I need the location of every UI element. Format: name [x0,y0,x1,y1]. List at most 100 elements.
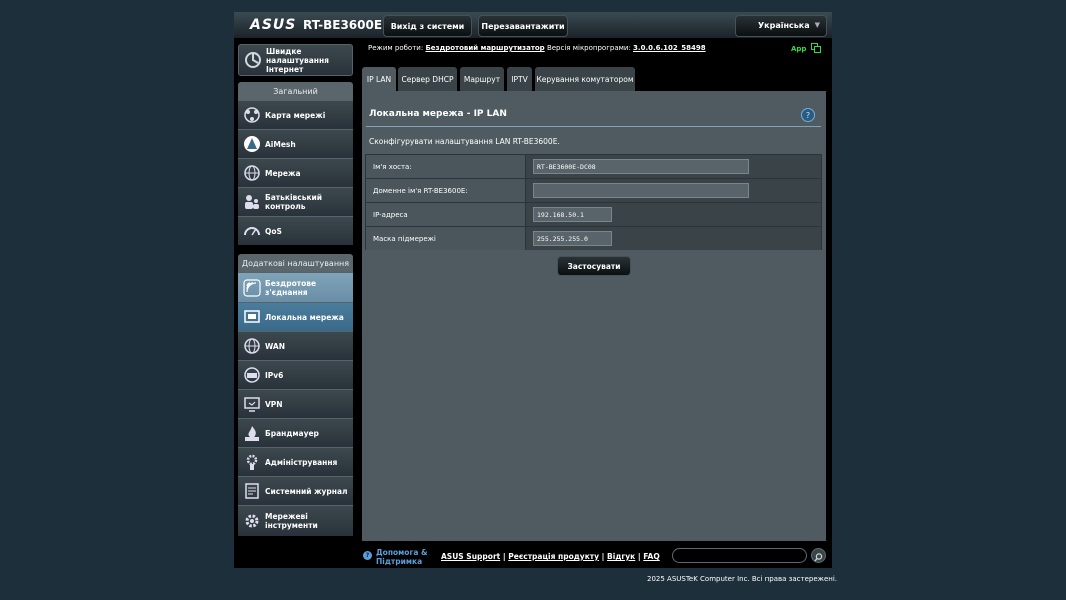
sidebar-item-wan[interactable]: WAN [238,331,353,360]
sidebar-item-qos[interactable]: QoS [238,216,353,245]
logout-button[interactable]: Вихід з системи [383,15,472,37]
app-label[interactable]: App [791,45,806,53]
sidebar-item-label: Швидке налаштування Інтернет [266,46,329,74]
sidebar-item-parental-control[interactable]: Батьківський контроль [238,187,353,216]
apply-button[interactable]: Застосувати [557,256,631,276]
sidebar-item-network-map[interactable]: Карта мережі [238,100,353,129]
admin-gear-icon [246,454,258,470]
sidebar-item-wireless[interactable]: Бездротове з'єднання [238,272,353,302]
sidebar-item-label: Мережа [265,168,301,178]
sidebar-item-vpn[interactable]: VPN [238,389,353,418]
sidebar-item-label: Локальна мережа [265,312,344,322]
footer-links: ASUS Support | Реєстрація продукту | Від… [441,552,660,561]
sidebar-header-general: Загальний [238,82,353,100]
mode-value-link[interactable]: Бездротовий маршрутизатор [425,44,544,52]
sidebar-item-label: IPv6 [265,370,284,380]
ip-address-cell: 192.168.50.1 [526,203,821,226]
firmware-label: Версія мікропрограми: [546,44,631,52]
network-tools-icon [245,514,259,528]
sidebar-item-label: Брандмауер [265,428,319,438]
feedback-link[interactable]: Відгук [607,552,635,561]
table-row: Маска підмережі 255.255.255.0 [366,227,821,251]
firewall-icon [245,426,259,441]
sidebar-item-label: Бездротове з'єднання [265,278,317,297]
wireless-icon [243,278,261,297]
hostname-cell: RT-BE3600E-DC08 [526,155,821,178]
sidebar-item-lan[interactable]: Локальна мережа [238,302,353,331]
ip-address-input[interactable]: 192.168.50.1 [533,207,612,222]
quick-setup-icon [245,52,261,68]
sidebar-item-label: Системний журнал [265,486,348,496]
tab-ip-lan[interactable]: IP LAN [362,67,396,91]
help-support-icon: ? [363,551,372,560]
language-select[interactable]: Українська ▼ [735,15,827,37]
subnet-mask-cell: 255.255.255.0 [526,227,821,250]
tab-route[interactable]: Маршрут [460,67,504,91]
sidebar-item-network[interactable]: Мережа [238,158,353,187]
sidebar-item-label: Мережеві інструменти [265,512,318,530]
sidebar-item-label: WAN [265,341,286,351]
tab-dhcp-server[interactable]: Сервер DHCP [398,67,457,91]
sidebar-item-label: Батьківський контроль [265,193,323,211]
sidebar-header-advanced: Додаткові налаштування [238,254,353,272]
separator: | [601,552,605,561]
hostname-input[interactable]: RT-BE3600E-DC08 [533,159,749,174]
page-description: Сконфігурувати налаштування LAN RT-BE360… [369,137,560,146]
asus-logo: ASUS [250,17,297,33]
sidebar-item-label: QoS [265,226,282,236]
sidebar-item-quick-setup[interactable]: Швидке налаштування Інтернет [238,44,353,76]
chevron-down-icon: ▼ [814,21,820,29]
page-title: Локальна мережа - IP LAN [369,109,507,119]
status-line: Режим роботи: Бездротовий маршрутизатор … [368,44,706,52]
mode-label: Режим роботи: [368,44,424,52]
tab-switch-control[interactable]: Керування комутатором [535,67,635,91]
sidebar-item-label: Адміністрування [265,457,338,467]
table-row: Ім'я хоста: RT-BE3600E-DC08 [366,155,821,179]
sidebar-item-network-tools[interactable]: Мережеві інструменти [238,505,353,536]
help-line-1: Допомога & [376,548,428,557]
sidebar-item-administration[interactable]: Адміністрування [238,447,353,476]
domain-name-input[interactable] [533,183,749,198]
asus-support-link[interactable]: ASUS Support [441,552,500,561]
table-row: IP-адреса 192.168.50.1 [366,203,821,227]
sidebar-item-label: VPN [265,399,283,409]
hostname-label: Ім'я хоста: [366,155,526,178]
help-icon[interactable]: ? [801,108,815,122]
subnet-mask-label: Маска підмережі [366,227,526,250]
lan-settings-table: Ім'я хоста: RT-BE3600E-DC08 Доменне ім'я… [365,154,822,250]
lan-icon [244,310,260,323]
help-line-2: Підтримка [376,557,423,566]
sidebar-item-aimesh[interactable]: AiMesh [238,129,353,158]
wan-globe-icon [244,338,260,354]
tab-iptv[interactable]: IPTV [507,67,532,91]
firmware-value-link[interactable]: 3.0.0.6.102_58498 [633,44,706,52]
search-icon [814,553,823,562]
network-globe-icon [244,165,260,181]
sidebar-item-ipv6[interactable]: IPv6 [238,360,353,389]
help-support-link[interactable]: Допомога & Підтримка [376,548,428,566]
table-row: Доменне ім'я RT-BE3600E: [366,179,821,203]
ipv6-icon [244,367,260,383]
vpn-icon [244,397,260,412]
title-divider [366,126,821,127]
product-registration-link[interactable]: Реєстрація продукту [508,552,599,561]
search-input[interactable] [672,548,807,563]
copyright: 2025 ASUSTeK Computer Inc. Всі права зас… [647,575,837,583]
sidebar-item-firewall[interactable]: Брандмауер [238,418,353,447]
reboot-button[interactable]: Перезавантажити [478,15,568,37]
faq-link[interactable]: FAQ [643,552,659,561]
sidebar-item-system-log[interactable]: Системний журнал [238,476,353,505]
app-icon[interactable] [811,43,821,53]
model-name: RT-BE3600E [303,18,383,32]
separator: | [637,552,641,561]
search-button[interactable] [811,548,826,563]
aimesh-icon [244,136,260,152]
domain-name-label: Доменне ім'я RT-BE3600E: [366,179,526,202]
ip-address-label: IP-адреса [366,203,526,226]
parental-control-icon [245,195,259,209]
separator: | [502,552,506,561]
subnet-mask-input[interactable]: 255.255.255.0 [533,231,612,246]
sidebar-item-label: AiMesh [265,139,296,149]
language-label: Українська [758,21,810,30]
domain-name-cell [526,179,821,202]
